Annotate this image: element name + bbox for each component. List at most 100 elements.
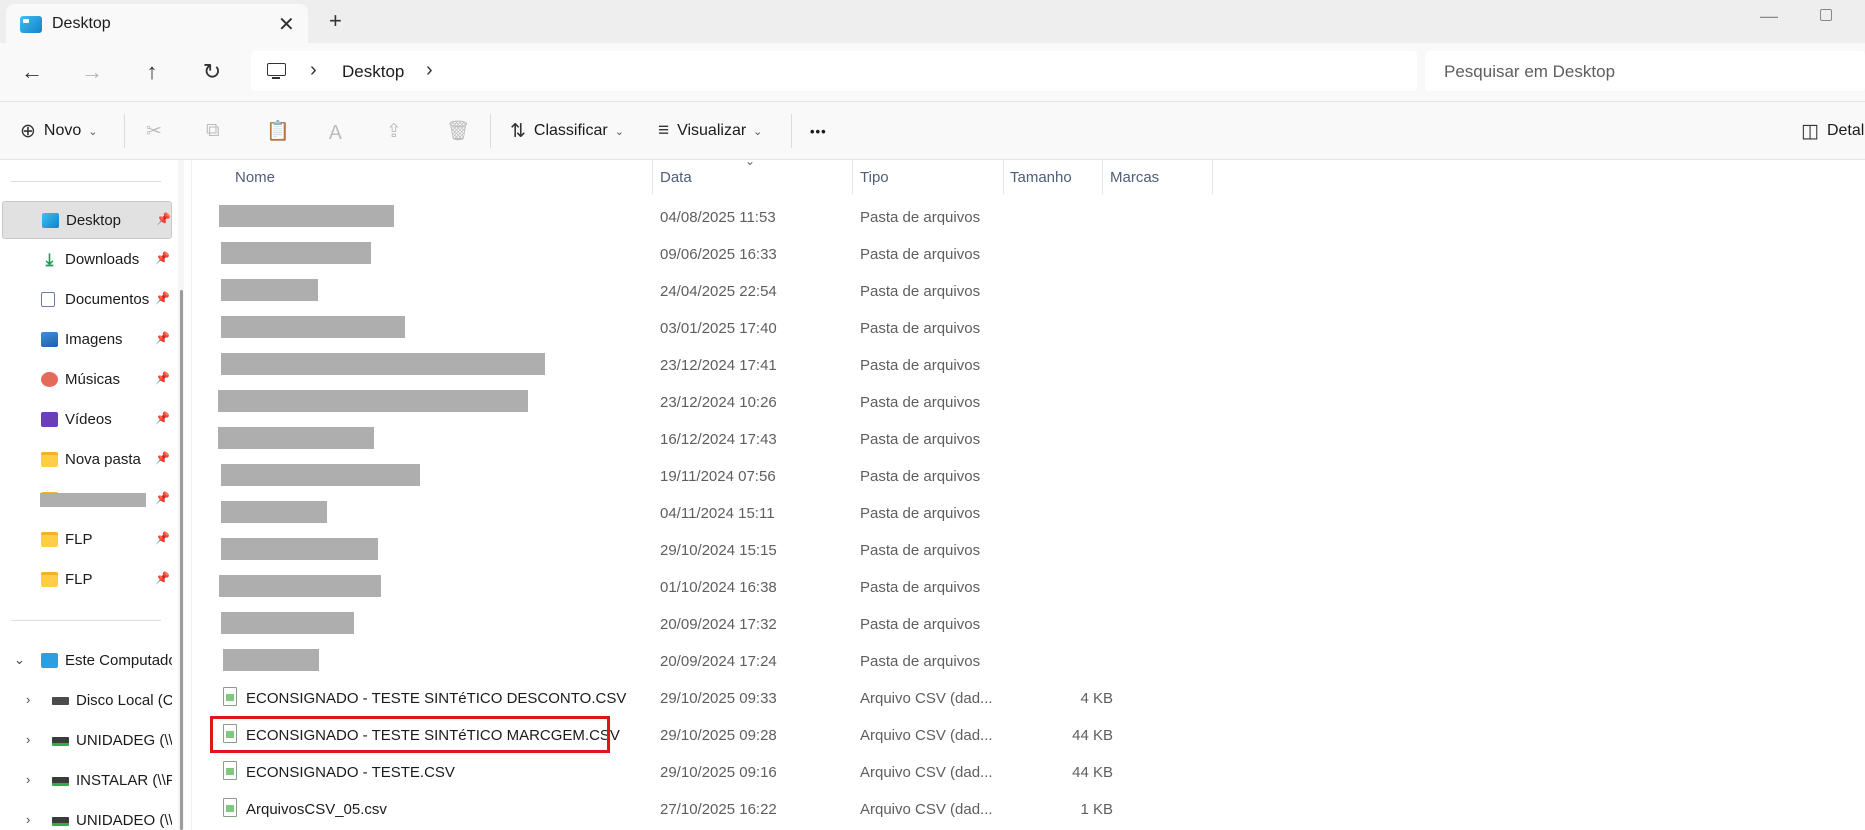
- pin-icon[interactable]: 📌: [155, 411, 170, 425]
- column-divider[interactable]: [652, 160, 653, 194]
- refresh-button[interactable]: ↻: [197, 57, 227, 87]
- column-divider[interactable]: [852, 160, 853, 194]
- column-header-date[interactable]: Data: [660, 160, 692, 194]
- sidebar-item-videos[interactable]: Vídeos 📌: [2, 401, 172, 439]
- pin-icon[interactable]: 📌: [155, 451, 170, 465]
- cut-button[interactable]: ✂: [146, 102, 170, 160]
- type-cell: Pasta de arquivos: [860, 505, 981, 522]
- search-input[interactable]: Pesquisar em Desktop: [1425, 51, 1865, 91]
- table-row[interactable]: ECONSIGNADO - TESTE SINTéTICO DESCONTO.C…: [211, 680, 1211, 717]
- sidebar-item-unidadeg[interactable]: › UNIDADEG (\\: [2, 722, 172, 760]
- delete-button[interactable]: 🗑: [446, 102, 478, 160]
- table-row[interactable]: 23/12/2024 17:41 Pasta de arquivos: [211, 347, 1211, 384]
- table-row[interactable]: 04/08/2025 11:53 Pasta de arquivos: [211, 199, 1211, 236]
- pin-icon[interactable]: 📌: [155, 331, 170, 345]
- sidebar-item-flp[interactable]: FLP 📌: [2, 521, 172, 559]
- sidebar-item-desktop[interactable]: Desktop 📌: [2, 201, 172, 239]
- table-row[interactable]: 29/10/2024 15:15 Pasta de arquivos: [211, 532, 1211, 569]
- column-divider[interactable]: [1003, 160, 1004, 194]
- video-icon: [41, 412, 58, 427]
- new-button[interactable]: ⊕ Novo ⌄: [20, 102, 98, 160]
- navigation-pane: Desktop 📌 ⤓ Downloads 📌 Documentos 📌 Ima…: [0, 160, 178, 830]
- table-row[interactable]: 20/09/2024 17:32 Pasta de arquivos: [211, 606, 1211, 643]
- copy-button[interactable]: ⧉: [206, 102, 228, 160]
- maximize-button[interactable]: [1820, 9, 1832, 21]
- chevron-right-icon[interactable]: ›: [26, 692, 30, 707]
- table-row[interactable]: 04/11/2024 15:11 Pasta de arquivos: [211, 495, 1211, 532]
- computer-icon[interactable]: [267, 63, 286, 79]
- pin-icon[interactable]: 📌: [155, 491, 170, 505]
- date-cell: 27/10/2025 16:22: [660, 801, 777, 818]
- rename-button[interactable]: Ａ: [326, 102, 353, 160]
- date-cell: 01/10/2024 16:38: [660, 579, 777, 596]
- paste-button[interactable]: 📋: [266, 102, 298, 160]
- sidebar-item-flp[interactable]: FLP 📌: [2, 561, 172, 599]
- pin-icon[interactable]: 📌: [156, 212, 171, 226]
- redacted-name: [221, 538, 378, 560]
- forward-button[interactable]: →: [77, 57, 107, 87]
- sidebar-item-music[interactable]: Músicas 📌: [2, 361, 172, 399]
- sort-button[interactable]: ⇅ Classificar ⌄: [510, 102, 624, 160]
- column-divider[interactable]: [1102, 160, 1103, 194]
- chevron-right-icon[interactable]: ›: [26, 772, 30, 787]
- column-header-name[interactable]: Nome: [235, 160, 275, 194]
- column-header-size[interactable]: Tamanho: [1010, 160, 1072, 194]
- table-row[interactable]: 20/09/2024 17:24 Pasta de arquivos: [211, 643, 1211, 680]
- column-header-type[interactable]: Tipo: [860, 160, 889, 194]
- view-button[interactable]: ≡ Visualizar ⌄: [658, 102, 762, 160]
- more-options-button[interactable]: •••: [810, 102, 827, 160]
- table-row[interactable]: ArquivosCSV_05.csv 27/10/2025 16:22 Arqu…: [211, 791, 1211, 828]
- tab-desktop[interactable]: Desktop ✕: [6, 4, 308, 43]
- type-cell: Pasta de arquivos: [860, 653, 981, 670]
- close-tab-icon[interactable]: ✕: [278, 12, 295, 37]
- table-row[interactable]: 09/06/2025 16:33 Pasta de arquivos: [211, 236, 1211, 273]
- date-cell: 29/10/2025 09:16: [660, 764, 777, 781]
- redacted-name: [221, 279, 318, 301]
- sidebar-scrollbar-thumb[interactable]: [180, 290, 183, 830]
- share-button[interactable]: ⇪: [386, 102, 410, 160]
- pin-icon[interactable]: 📌: [155, 531, 170, 545]
- sidebar-item-nova-pasta[interactable]: Nova pasta 📌: [2, 441, 172, 479]
- chevron-right-icon[interactable]: ›: [26, 732, 30, 747]
- pin-icon[interactable]: 📌: [155, 371, 170, 385]
- plus-circle-icon: ⊕: [20, 120, 36, 142]
- type-cell: Arquivo CSV (dad...: [860, 727, 993, 744]
- divider: [490, 114, 491, 148]
- chevron-right-icon[interactable]: ›: [426, 59, 433, 82]
- address-bar[interactable]: › Desktop ›: [251, 51, 1417, 91]
- details-pane-button[interactable]: ◫ Detal: [1801, 102, 1864, 160]
- chevron-right-icon[interactable]: ›: [26, 812, 30, 827]
- back-button[interactable]: ←: [17, 57, 47, 87]
- pin-icon[interactable]: 📌: [155, 571, 170, 585]
- breadcrumb-desktop[interactable]: Desktop: [342, 62, 404, 82]
- up-button[interactable]: ↑: [137, 57, 167, 87]
- table-row[interactable]: 03/01/2025 17:40 Pasta de arquivos: [211, 310, 1211, 347]
- sidebar-item-this-pc[interactable]: ⌄ Este Computador: [2, 642, 172, 680]
- table-row[interactable]: 23/12/2024 10:26 Pasta de arquivos: [211, 384, 1211, 421]
- network-drive-icon: [52, 777, 69, 786]
- table-row[interactable]: 24/04/2025 22:54 Pasta de arquivos: [211, 273, 1211, 310]
- type-cell: Pasta de arquivos: [860, 616, 981, 633]
- pin-icon[interactable]: 📌: [155, 251, 170, 265]
- sidebar-item-local-disk[interactable]: › Disco Local (C:: [2, 682, 172, 720]
- sidebar-item-downloads[interactable]: ⤓ Downloads 📌: [2, 241, 172, 279]
- table-row[interactable]: ECONSIGNADO - TESTE.CSV 29/10/2025 09:16…: [211, 754, 1211, 791]
- table-row[interactable]: 19/11/2024 07:56 Pasta de arquivos: [211, 458, 1211, 495]
- column-header-tags[interactable]: Marcas: [1110, 160, 1159, 194]
- column-divider[interactable]: [1212, 160, 1213, 194]
- chevron-right-icon[interactable]: ›: [310, 59, 317, 82]
- sidebar-item-redacted[interactable]: 📌: [2, 481, 172, 519]
- chevron-down-icon[interactable]: ⌄: [14, 652, 25, 668]
- date-cell: 29/10/2025 09:33: [660, 690, 777, 707]
- date-cell: 29/10/2025 09:28: [660, 727, 777, 744]
- sidebar-item-instalar[interactable]: › INSTALAR (\\P: [2, 762, 172, 800]
- pin-icon[interactable]: 📌: [155, 291, 170, 305]
- table-row[interactable]: 16/12/2024 17:43 Pasta de arquivos: [211, 421, 1211, 458]
- new-tab-button[interactable]: +: [329, 8, 342, 34]
- sidebar-item-documents[interactable]: Documentos 📌: [2, 281, 172, 319]
- pane-divider[interactable]: [191, 160, 192, 830]
- table-row[interactable]: 01/10/2024 16:38 Pasta de arquivos: [211, 569, 1211, 606]
- sidebar-item-unidadeo[interactable]: › UNIDADEO (\\: [2, 802, 172, 830]
- sidebar-item-images[interactable]: Imagens 📌: [2, 321, 172, 359]
- minimize-button[interactable]: —: [1760, 6, 1778, 27]
